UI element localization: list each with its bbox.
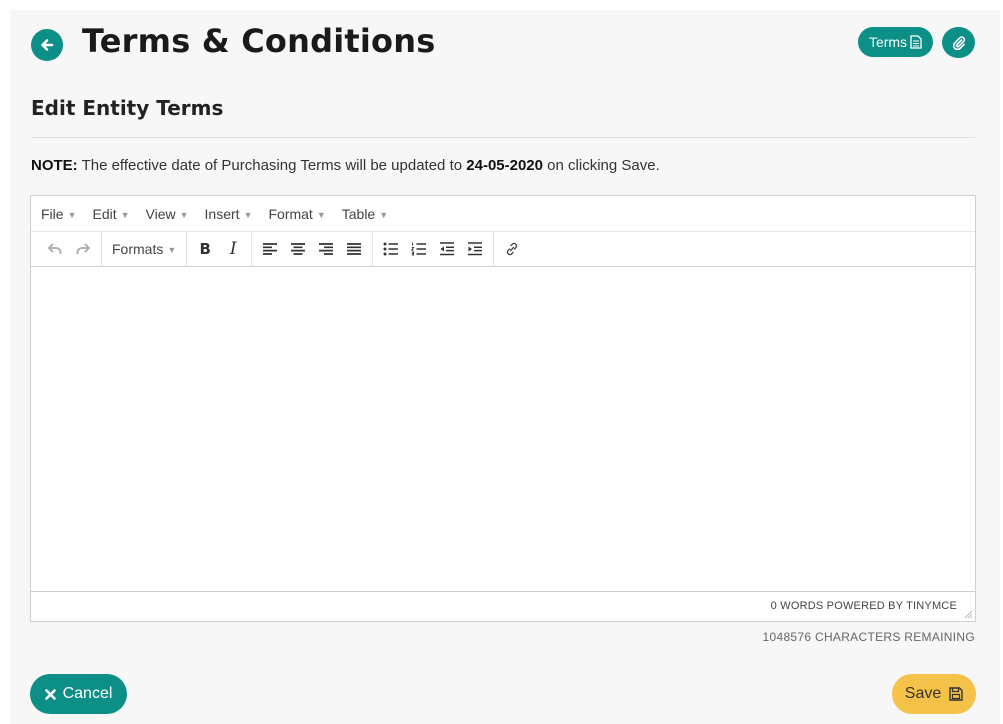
terms-button[interactable]: Terms (858, 27, 933, 57)
bullet-list-icon[interactable] (377, 236, 405, 262)
italic-icon[interactable]: I (219, 236, 247, 262)
outdent-icon[interactable] (433, 236, 461, 262)
redo-icon[interactable] (69, 236, 97, 262)
arrow-left-icon (39, 37, 55, 53)
editor-toolbar: Formats ▼ B I (31, 231, 975, 267)
cancel-label: Cancel (62, 685, 113, 702)
divider (31, 137, 975, 138)
indent-icon[interactable] (461, 236, 489, 262)
caret-down-icon: ▼ (243, 209, 253, 220)
align-justify-icon[interactable] (340, 236, 368, 262)
effective-date-note: NOTE: The effective date of Purchasing T… (31, 157, 660, 174)
style-group: B I (187, 231, 253, 267)
menu-format[interactable]: Format ▼ (268, 206, 325, 222)
note-label: NOTE: (31, 157, 78, 174)
floppy-disk-icon (949, 687, 963, 701)
note-date: 24-05-2020 (466, 157, 543, 174)
editor-menubar: File ▼ Edit ▼ View ▼ Insert ▼ Format ▼ Table ▼ (31, 196, 975, 232)
menu-insert[interactable]: Insert ▼ (205, 206, 253, 222)
formats-group: Formats ▼ (102, 231, 188, 267)
link-group (494, 232, 530, 267)
caret-down-icon: ▼ (167, 245, 177, 256)
menu-view[interactable]: View ▼ (146, 206, 189, 222)
align-center-icon[interactable] (284, 236, 312, 262)
align-group (252, 231, 374, 267)
resize-handle-icon[interactable] (963, 609, 973, 619)
numbered-list-icon[interactable] (405, 236, 433, 262)
attach-button[interactable] (942, 27, 975, 58)
save-button[interactable]: Save (892, 674, 976, 714)
caret-down-icon: ▼ (179, 209, 189, 220)
menu-table[interactable]: Table ▼ (342, 206, 388, 222)
rich-text-editor: File ▼ Edit ▼ View ▼ Insert ▼ Format ▼ Table ▼… (30, 195, 976, 622)
chars-remaining: 1048576 CHARACTERS REMAINING (762, 630, 975, 644)
paperclip-icon (952, 35, 966, 50)
document-icon (910, 35, 922, 49)
caret-down-icon: ▼ (67, 209, 77, 220)
editor-statusbar: 0 WORDS POWERED BY TINYMCE (31, 592, 975, 621)
formats-dropdown[interactable]: Formats ▼ (106, 241, 182, 257)
align-left-icon[interactable] (256, 236, 284, 262)
cancel-button[interactable]: Cancel (30, 674, 127, 714)
caret-down-icon: ▼ (379, 209, 389, 220)
terms-button-label: Terms (868, 34, 908, 50)
section-title: Edit Entity Terms (31, 96, 224, 120)
back-button[interactable] (31, 29, 63, 61)
caret-down-icon: ▼ (316, 209, 326, 220)
align-right-icon[interactable] (312, 236, 340, 262)
page-title: Terms & Conditions (82, 22, 436, 60)
caret-down-icon: ▼ (120, 209, 130, 220)
list-group (373, 231, 495, 267)
note-text-after: on clicking Save. (547, 157, 660, 174)
history-group (37, 231, 102, 267)
close-icon (44, 688, 56, 700)
menu-edit[interactable]: Edit ▼ (92, 206, 129, 222)
note-text-before: The effective date of Purchasing Terms w… (81, 157, 463, 174)
bold-icon[interactable]: B (191, 236, 219, 262)
undo-icon[interactable] (41, 236, 69, 262)
save-label: Save (904, 685, 942, 702)
editor-content-area[interactable] (31, 267, 975, 592)
link-icon[interactable] (498, 236, 526, 262)
word-count-status: 0 WORDS POWERED BY TINYMCE (770, 600, 957, 612)
menu-file[interactable]: File ▼ (41, 206, 76, 222)
